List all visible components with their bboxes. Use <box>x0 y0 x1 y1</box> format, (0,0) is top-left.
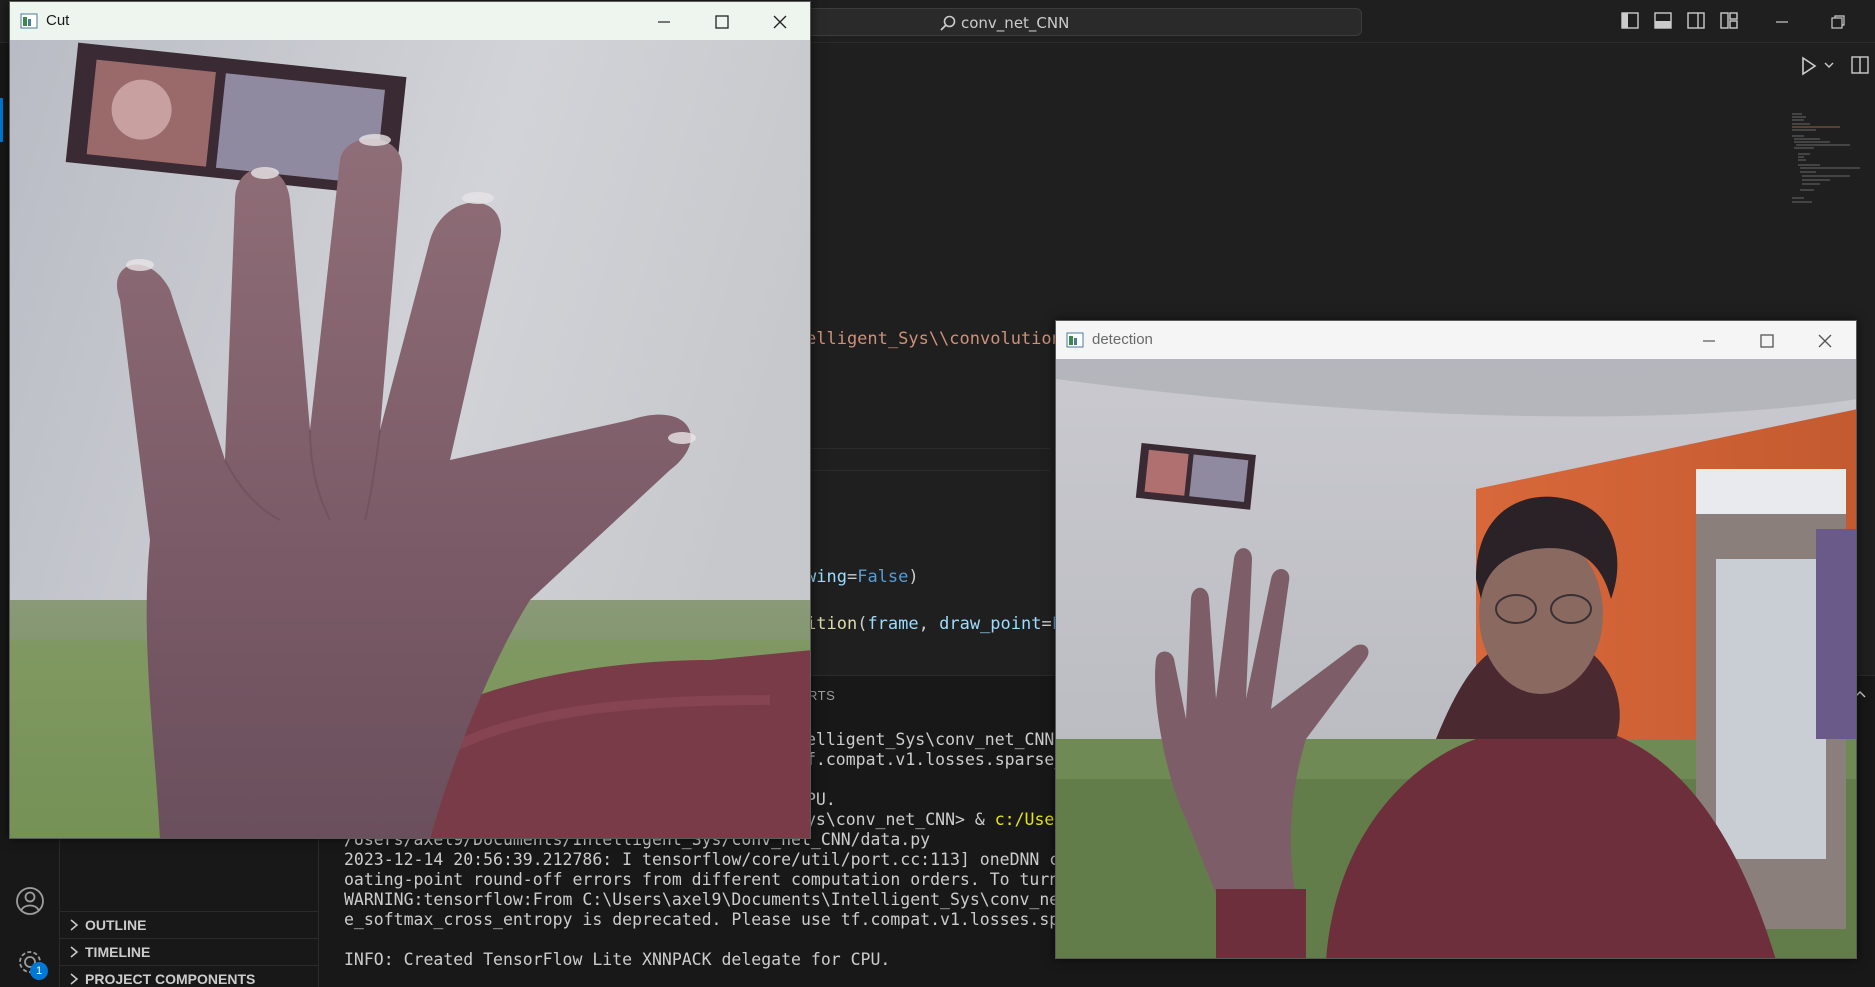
command-center-search[interactable]: conv_net_CNN <box>800 8 1362 36</box>
chevron-down-icon[interactable] <box>1823 60 1835 70</box>
terminal-prompt: ys\conv_net_CNN> & <box>806 810 995 829</box>
toggle-panel-icon[interactable] <box>1653 11 1674 31</box>
cut-window-titlebar[interactable]: Cut <box>10 2 810 40</box>
app-icon <box>1066 332 1084 348</box>
run-icon[interactable] <box>1800 56 1818 76</box>
editor-divider <box>800 448 1050 449</box>
manage-badge: 1 <box>30 962 48 980</box>
detection-window-titlebar[interactable]: detection <box>1056 321 1856 359</box>
restore-icon[interactable] <box>1826 10 1850 34</box>
panel-tab-fragment[interactable]: RTS <box>808 688 835 703</box>
chevron-right-icon <box>70 946 79 958</box>
terminal-line: INFO: Created TensorFlow Lite XNNPACK de… <box>344 950 891 969</box>
customize-layout-icon[interactable] <box>1719 11 1740 31</box>
code-function: ition <box>806 614 858 634</box>
minimize-icon[interactable] <box>1770 10 1794 34</box>
terminal-line: elligent_Sys\conv_net_CNN\c <box>806 730 1075 749</box>
terminal-line: 2023-12-14 20:56:39.212786: I tensorflow… <box>344 850 1129 869</box>
active-view-indicator <box>0 98 3 142</box>
search-icon <box>940 15 956 31</box>
code-param: wing <box>806 567 847 587</box>
toggle-primary-sidebar-icon[interactable] <box>1620 11 1641 31</box>
code-comma: , <box>918 614 940 634</box>
code-op: = <box>846 567 858 587</box>
code-paren: ( <box>857 614 868 634</box>
app-icon <box>20 13 38 29</box>
terminal-line: e_softmax_cross_entropy is deprecated. P… <box>344 910 1129 929</box>
terminal-line: ys\conv_net_CNN> & c:/Users <box>806 810 1074 829</box>
account-icon[interactable] <box>14 885 46 917</box>
code-arg: frame <box>867 614 919 634</box>
layout-controls <box>1620 11 1740 33</box>
code-line-call1: wing=False) <box>806 567 919 587</box>
chevron-right-icon <box>70 919 79 931</box>
code-string: elligent_Sys\\convolutiona <box>806 329 1073 349</box>
code-paren: ) <box>908 567 919 587</box>
detection-window[interactable]: detection <box>1055 320 1857 959</box>
cut-window[interactable]: Cut <box>9 1 811 839</box>
toggle-secondary-sidebar-icon[interactable] <box>1686 11 1707 31</box>
close-icon[interactable] <box>769 11 791 33</box>
project-components-section[interactable]: PROJECT COMPONENTS <box>60 965 319 987</box>
terminal-line: oating-point round-off errors from diffe… <box>344 870 1129 889</box>
timeline-section[interactable]: TIMELINE <box>60 938 319 965</box>
terminal-line: WARNING:tensorflow:From C:\Users\axel9\D… <box>344 890 1129 909</box>
cut-window-title: Cut <box>46 12 70 29</box>
command-center-text: conv_net_CNN <box>961 14 1070 32</box>
project-components-label: PROJECT COMPONENTS <box>85 971 256 987</box>
code-line-path: elligent_Sys\\convolutiona <box>806 329 1072 349</box>
maximize-icon[interactable] <box>711 11 733 33</box>
timeline-label: TIMELINE <box>85 944 151 960</box>
detection-window-title: detection <box>1092 331 1153 348</box>
close-icon[interactable] <box>1814 330 1836 352</box>
split-editor-icon[interactable] <box>1850 55 1870 75</box>
editor-divider <box>800 470 1050 471</box>
cut-frame-image <box>10 40 810 838</box>
code-kwarg: draw_point <box>939 614 1042 634</box>
minimap[interactable] <box>1790 110 1875 230</box>
code-line-call2: ition(frame, draw_point=Fa <box>806 614 1072 634</box>
code-value: False <box>857 567 909 587</box>
code-op: = <box>1041 614 1052 634</box>
terminal-line: f.compat.v1.losses.sparse_so <box>806 750 1085 769</box>
outline-section[interactable]: OUTLINE <box>60 911 319 938</box>
detection-frame-image <box>1056 359 1856 958</box>
chevron-right-icon <box>70 973 79 985</box>
maximize-icon[interactable] <box>1756 330 1778 352</box>
minimize-icon[interactable] <box>653 11 675 33</box>
outline-label: OUTLINE <box>85 917 147 933</box>
minimize-icon[interactable] <box>1698 330 1720 352</box>
